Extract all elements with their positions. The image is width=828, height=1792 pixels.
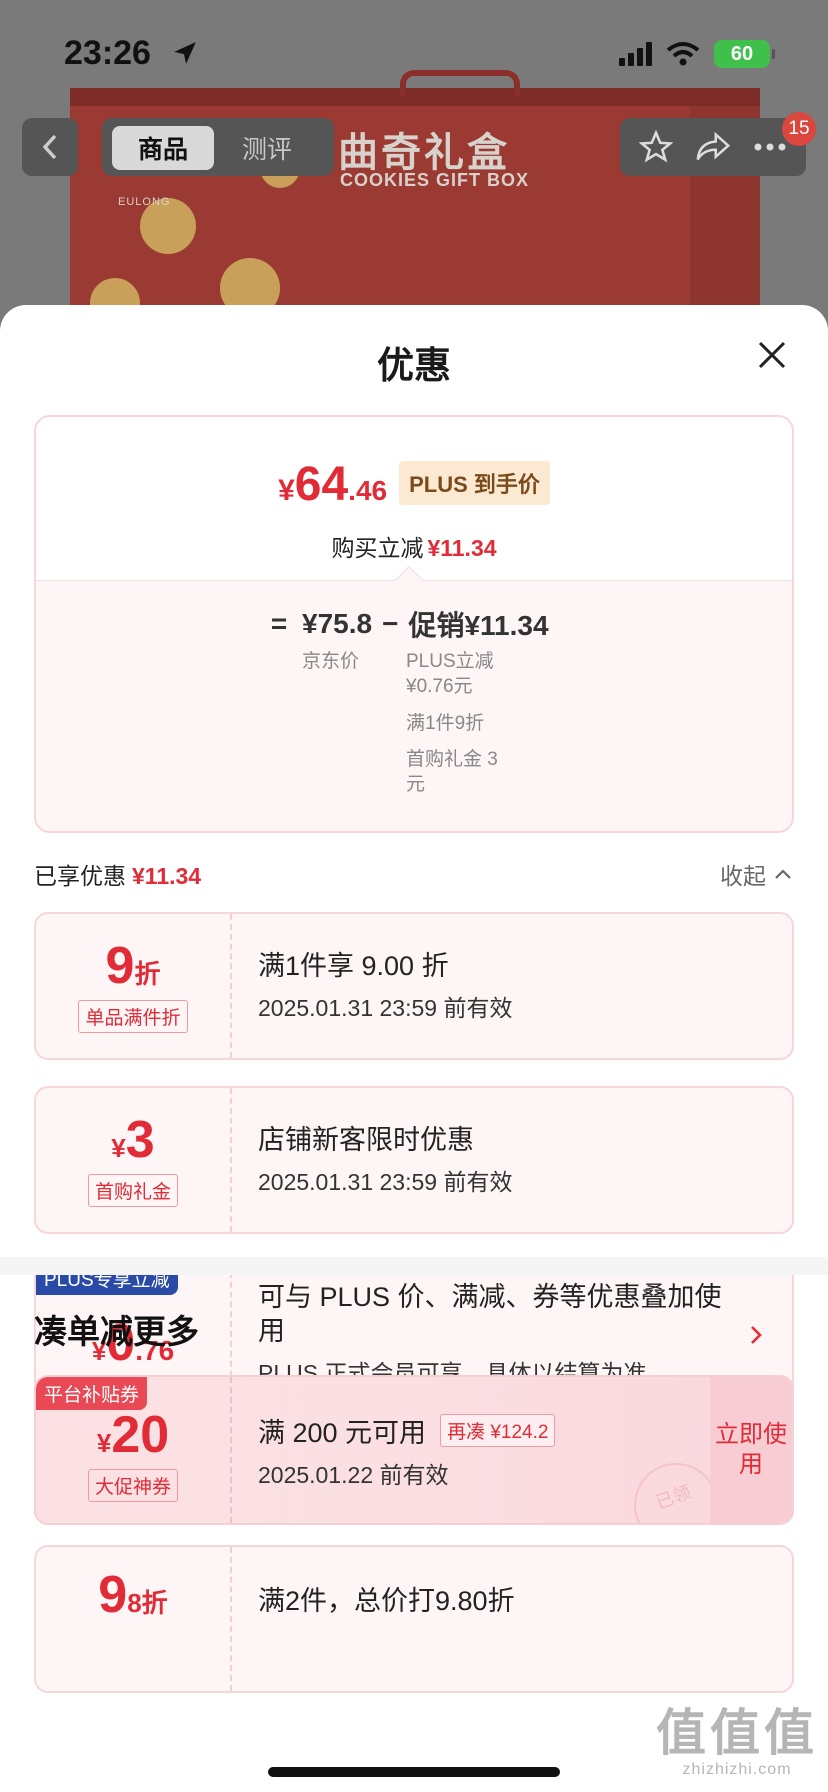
sheet-title: 优惠 [377, 345, 451, 386]
coupon-card[interactable]: ¥3 首购礼金 店铺新客限时优惠 2025.01.31 23:59 前有效 [34, 1086, 794, 1234]
plus-coupon-card[interactable]: ¥0.76 PLUS专享立减 可与 PLUS 价、满减、券等优惠叠加使用 PLU… [34, 1260, 794, 1408]
share-icon[interactable] [695, 131, 731, 163]
coupon-amount: 9折 [106, 940, 161, 992]
coupon-expiry: 2025.01.31 23:59 前有效 [258, 1169, 513, 1195]
coupon-type-label: 单品满件折 [78, 999, 188, 1033]
formula-base-price: ¥75.8 [302, 608, 373, 639]
coupon-title: 可与 PLUS 价、满减、券等优惠叠加使用 [258, 1282, 722, 1346]
formula-base-label: 京东价 [302, 651, 360, 672]
price-decimal: .46 [348, 475, 388, 506]
close-icon[interactable] [756, 339, 788, 371]
product-tabs: 商品 测评 [102, 118, 334, 176]
collapse-label: 收起 [720, 863, 766, 889]
cellular-signal-icon [619, 42, 652, 66]
chevron-up-icon [775, 869, 791, 879]
chevron-left-icon [42, 134, 57, 160]
price-summary-card: ¥64.46 PLUS 到手价 购买立减 ¥11.34 = ¥75.8 − 促销¥… [34, 415, 794, 833]
coupon-decimal: .76 [135, 1335, 175, 1366]
box-handle [400, 70, 520, 96]
saved-label: 购买立减 [331, 535, 424, 561]
promo-detail-plus: PLUS立减 ¥0.76元 [406, 651, 494, 697]
tab-product[interactable]: 商品 [112, 126, 214, 170]
battery-indicator: 60 [714, 40, 775, 68]
product-image-subtitle: COOKIES GIFT BOX [340, 170, 530, 190]
discount-sheet: 优惠 ¥64.46 PLUS 到手价 购买立减 ¥11.34 = ¥75.8 − … [0, 305, 828, 1792]
plus-price-tag: PLUS 到手价 [399, 461, 550, 505]
coupon-note: PLUS 正式会员可享，具体以结算为准 [258, 1360, 647, 1386]
product-image-brand: EULONG [118, 196, 171, 208]
formula-equals: = [270, 608, 288, 639]
coupon-unit: 折 [134, 958, 161, 989]
coupon-expiry: 2025.01.31 23:59 前有效 [258, 995, 513, 1021]
final-price: ¥64.46 [278, 457, 387, 512]
formula-promo: 促销¥11.34 [408, 610, 549, 641]
location-arrow-icon [174, 42, 196, 64]
wifi-icon [666, 42, 700, 66]
coupon-amount: ¥0.76 [92, 1317, 174, 1369]
message-badge: 15 [782, 112, 816, 146]
tab-review[interactable]: 测评 [242, 126, 292, 170]
enjoyed-discount: 已享优惠 ¥11.34 [34, 857, 201, 891]
formula-minus: − [382, 608, 399, 639]
price-symbol: ¥ [278, 474, 295, 507]
coupon-info: 满1件享 9.00 折 2025.01.31 23:59 前有效 [258, 914, 752, 1058]
chevron-right-icon [751, 1326, 762, 1344]
price-integer: 64 [294, 458, 349, 511]
price-formula: = ¥75.8 − 促销¥11.34 [266, 604, 549, 644]
status-time: 23:26 [64, 34, 151, 72]
enjoyed-value: ¥11.34 [132, 863, 202, 889]
coupon-currency: ¥ [111, 1132, 126, 1163]
coupon-title: 店铺新客限时优惠 [258, 1125, 474, 1155]
coupon-currency: ¥ [91, 1336, 107, 1366]
coupon-info: 店铺新客限时优惠 2025.01.31 23:59 前有效 [258, 1088, 752, 1232]
back-button[interactable] [22, 118, 78, 176]
star-icon[interactable] [639, 130, 673, 164]
coupon-type-label: 首购礼金 [87, 1173, 178, 1207]
coupon-title: 满1件享 9.00 折 [258, 951, 449, 981]
top-actions [620, 118, 806, 176]
enjoyed-label: 已享优惠 [34, 863, 126, 889]
promo-detail-discount: 满1件9折 [406, 713, 485, 734]
coupon-number: 0 [106, 1314, 136, 1372]
final-price-row: ¥64.46 PLUS 到手价 [36, 457, 792, 513]
coupon-value: ¥3 首购礼金 [36, 1088, 232, 1232]
coupon-card[interactable]: 9折 单品满件折 满1件享 9.00 折 2025.01.31 23:59 前有… [34, 912, 794, 1060]
coupon-number: 9 [105, 936, 135, 995]
status-icons: 60 [619, 40, 775, 68]
coupon-amount: ¥3 [111, 1114, 154, 1166]
saved-value: ¥11.34 [427, 535, 497, 561]
promo-detail-gift: 首购礼金 3元 [406, 749, 498, 795]
coupon-number: 3 [125, 1110, 155, 1169]
plus-exclusive-tag: PLUS专享立减 [36, 1262, 178, 1295]
coupon-value: 9折 单品满件折 [36, 914, 232, 1058]
coupon-info: 可与 PLUS 价、满减、券等优惠叠加使用 PLUS 正式会员可享，具体以结算为… [258, 1262, 732, 1406]
collapse-button[interactable]: 收起 [720, 857, 792, 891]
more-icon[interactable] [753, 142, 787, 152]
saved-row: 购买立减 ¥11.34 [36, 529, 792, 563]
